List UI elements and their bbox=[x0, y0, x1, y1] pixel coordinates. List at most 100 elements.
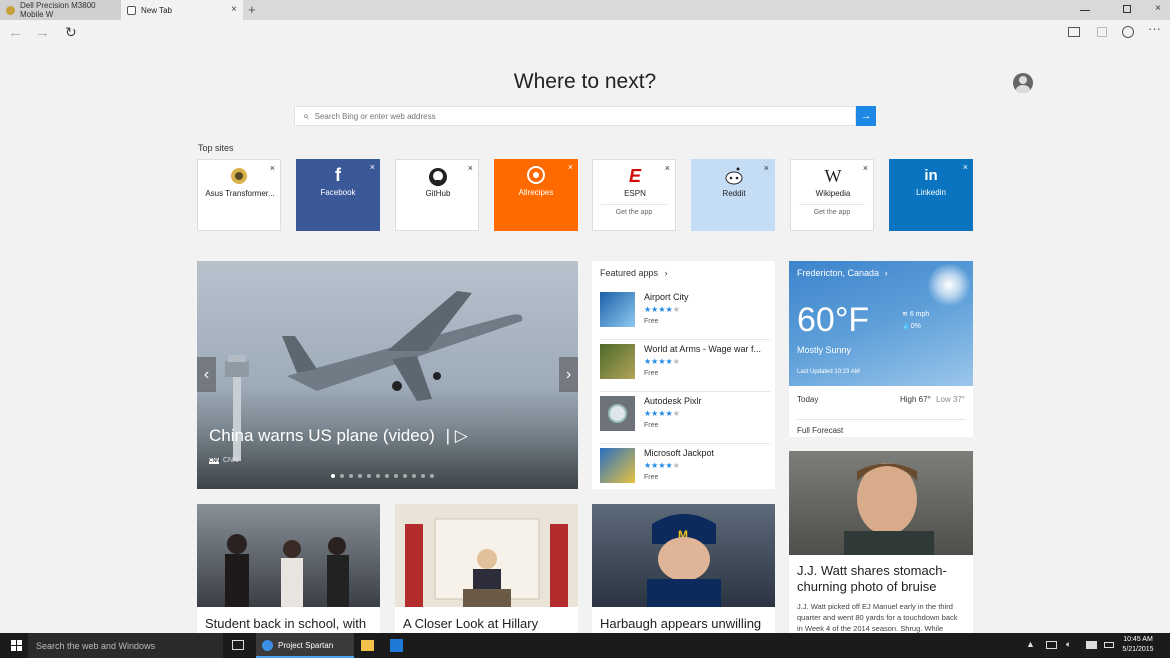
carousel-prev-button[interactable]: ‹ bbox=[197, 357, 216, 392]
action-center-icon[interactable] bbox=[1086, 641, 1097, 649]
news-card-jj-watt[interactable]: J.J. Watt shares stomach-churning photo … bbox=[789, 451, 973, 633]
tile-name: Asus Transformer... bbox=[205, 189, 275, 198]
window-close-icon[interactable]: × bbox=[1155, 3, 1161, 14]
carousel-dot[interactable] bbox=[403, 474, 407, 478]
facebook-logo-icon: f bbox=[335, 165, 341, 185]
remove-tile-icon[interactable]: × bbox=[468, 163, 473, 173]
news-title: Harbaugh appears unwilling to bbox=[600, 616, 762, 633]
hero-carousel[interactable]: ‹ › China warns US plane (video) | ▷ CNN… bbox=[197, 261, 578, 489]
carousel-dots bbox=[331, 474, 434, 478]
carousel-next-button[interactable]: › bbox=[559, 357, 578, 392]
search-icon: ⌕ bbox=[303, 110, 309, 122]
news-image: M bbox=[592, 504, 775, 607]
tab-new-tab[interactable]: New Tab × bbox=[121, 0, 243, 20]
top-site-asus[interactable]: × Asus Transformer... bbox=[197, 159, 281, 231]
featured-apps-header[interactable]: Featured apps › bbox=[600, 268, 668, 278]
app-item-autodesk-pixlr[interactable]: Autodesk Pixlr ★★★★★ Free bbox=[600, 394, 770, 444]
news-image bbox=[789, 451, 973, 555]
carousel-dot[interactable] bbox=[376, 474, 380, 478]
search-go-button[interactable]: → bbox=[856, 106, 876, 126]
weather-city[interactable]: Fredericton, Canada › bbox=[797, 268, 888, 278]
weather-header: Fredericton, Canada › 60°F Mostly Sunny … bbox=[789, 261, 973, 386]
search-box[interactable]: ⌕ bbox=[294, 106, 856, 126]
network-icon[interactable] bbox=[1046, 641, 1057, 649]
remove-tile-icon[interactable]: × bbox=[270, 163, 275, 173]
hero-headline[interactable]: China warns US plane (video) | ▷ bbox=[209, 426, 468, 446]
taskbar-project-spartan[interactable]: Project Spartan bbox=[256, 633, 354, 658]
feedback-smiley-icon[interactable] bbox=[1122, 26, 1134, 38]
top-site-facebook[interactable]: × f Facebook bbox=[296, 159, 380, 231]
full-forecast-link[interactable]: Full Forecast bbox=[797, 419, 965, 435]
weather-card[interactable]: Fredericton, Canada › 60°F Mostly Sunny … bbox=[789, 261, 973, 437]
top-site-linkedin[interactable]: × in Linkedin bbox=[889, 159, 973, 231]
tile-name: Linkedin bbox=[916, 188, 946, 197]
weather-temperature: 60°F bbox=[797, 301, 870, 339]
carousel-dot[interactable] bbox=[340, 474, 344, 478]
reading-view-icon[interactable] bbox=[1068, 27, 1080, 37]
refresh-icon[interactable]: ↻ bbox=[65, 24, 77, 41]
get-the-app-link[interactable]: Get the app bbox=[799, 204, 865, 216]
get-the-app-link[interactable]: Get the app bbox=[601, 204, 667, 216]
remove-tile-icon[interactable]: × bbox=[568, 162, 573, 172]
top-site-wikipedia[interactable]: × W Wikipedia Get the app bbox=[790, 159, 874, 231]
top-sites-label: Top sites bbox=[198, 143, 234, 153]
file-explorer-icon[interactable] bbox=[361, 640, 374, 651]
autodesk-pixlr-icon bbox=[600, 396, 635, 431]
more-actions-icon[interactable]: ··· bbox=[1148, 21, 1161, 36]
hero-source: CNN bbox=[223, 457, 239, 464]
chevron-right-icon: › bbox=[884, 268, 888, 278]
forward-icon[interactable]: → bbox=[35, 24, 50, 41]
carousel-dot[interactable] bbox=[394, 474, 398, 478]
tab-dell-precision[interactable]: Dell Precision M3800 Mobile W bbox=[0, 0, 121, 20]
carousel-dot[interactable] bbox=[367, 474, 371, 478]
task-view-icon[interactable] bbox=[232, 640, 244, 650]
search-input[interactable] bbox=[314, 111, 835, 121]
app-item-airport-city[interactable]: Airport City ★★★★★ Free bbox=[600, 290, 770, 340]
remove-tile-icon[interactable]: × bbox=[764, 163, 769, 173]
taskbar-search-box[interactable]: Search the web and Windows bbox=[28, 633, 223, 658]
start-windows-icon[interactable] bbox=[11, 640, 22, 651]
minimize-icon[interactable] bbox=[1080, 10, 1090, 11]
outlook-icon[interactable] bbox=[390, 639, 403, 652]
carousel-dot[interactable] bbox=[331, 474, 335, 478]
carousel-dot[interactable] bbox=[358, 474, 362, 478]
clock-time: 10:45 AM bbox=[1123, 636, 1153, 643]
tile-name: Wikipedia bbox=[815, 189, 851, 198]
app-item-world-at-arms[interactable]: World at Arms - Wage war f... ★★★★★ Free bbox=[600, 342, 770, 392]
chevron-left-icon: ‹ bbox=[203, 365, 210, 383]
back-icon[interactable]: ← bbox=[8, 24, 23, 41]
news-image bbox=[197, 504, 380, 607]
nav-bar: ← → ↻ ··· bbox=[0, 20, 1170, 46]
carousel-dot[interactable] bbox=[421, 474, 425, 478]
reddit-alien-icon bbox=[725, 167, 743, 185]
avatar[interactable] bbox=[1013, 73, 1033, 93]
top-site-espn[interactable]: × E ESPN Get the app bbox=[592, 159, 676, 231]
allrecipes-logo-icon bbox=[527, 166, 545, 184]
close-tab-icon[interactable]: × bbox=[231, 4, 237, 15]
top-site-github[interactable]: × GitHub bbox=[395, 159, 479, 231]
tile-name: Allrecipes bbox=[518, 188, 554, 197]
page-favicon-icon bbox=[127, 5, 136, 15]
taskbar-clock[interactable]: 10:45 AM 5/21/2015 bbox=[1118, 635, 1158, 655]
rating-stars: ★★★★★ bbox=[644, 305, 680, 314]
new-tab-plus-icon[interactable]: + bbox=[248, 2, 256, 17]
restore-icon[interactable] bbox=[1123, 5, 1131, 13]
carousel-dot[interactable] bbox=[385, 474, 389, 478]
news-card-hillary[interactable]: A Closer Look at Hillary bbox=[395, 504, 578, 633]
news-card-student[interactable]: Student back in school, with bbox=[197, 504, 380, 633]
news-card-harbaugh[interactable]: M Harbaugh appears unwilling to bbox=[592, 504, 775, 633]
volume-icon[interactable]: 🔈︎ bbox=[1066, 639, 1071, 650]
keyboard-icon[interactable] bbox=[1104, 642, 1114, 648]
top-site-reddit[interactable]: × Reddit bbox=[691, 159, 775, 231]
wind-speed: ≋ 6 mph bbox=[902, 311, 930, 318]
carousel-dot[interactable] bbox=[349, 474, 353, 478]
web-note-icon[interactable] bbox=[1097, 27, 1107, 37]
airport-city-icon bbox=[600, 292, 635, 327]
app-item-microsoft-jackpot[interactable]: Microsoft Jackpot ★★★★★ Free bbox=[600, 446, 770, 496]
carousel-dot[interactable] bbox=[430, 474, 434, 478]
page-title: Where to next? bbox=[513, 70, 657, 93]
tile-name: Reddit bbox=[722, 189, 746, 198]
tray-expand-icon[interactable]: ▲ bbox=[1026, 639, 1035, 649]
top-site-allrecipes[interactable]: × Allrecipes bbox=[494, 159, 578, 231]
carousel-dot[interactable] bbox=[412, 474, 416, 478]
